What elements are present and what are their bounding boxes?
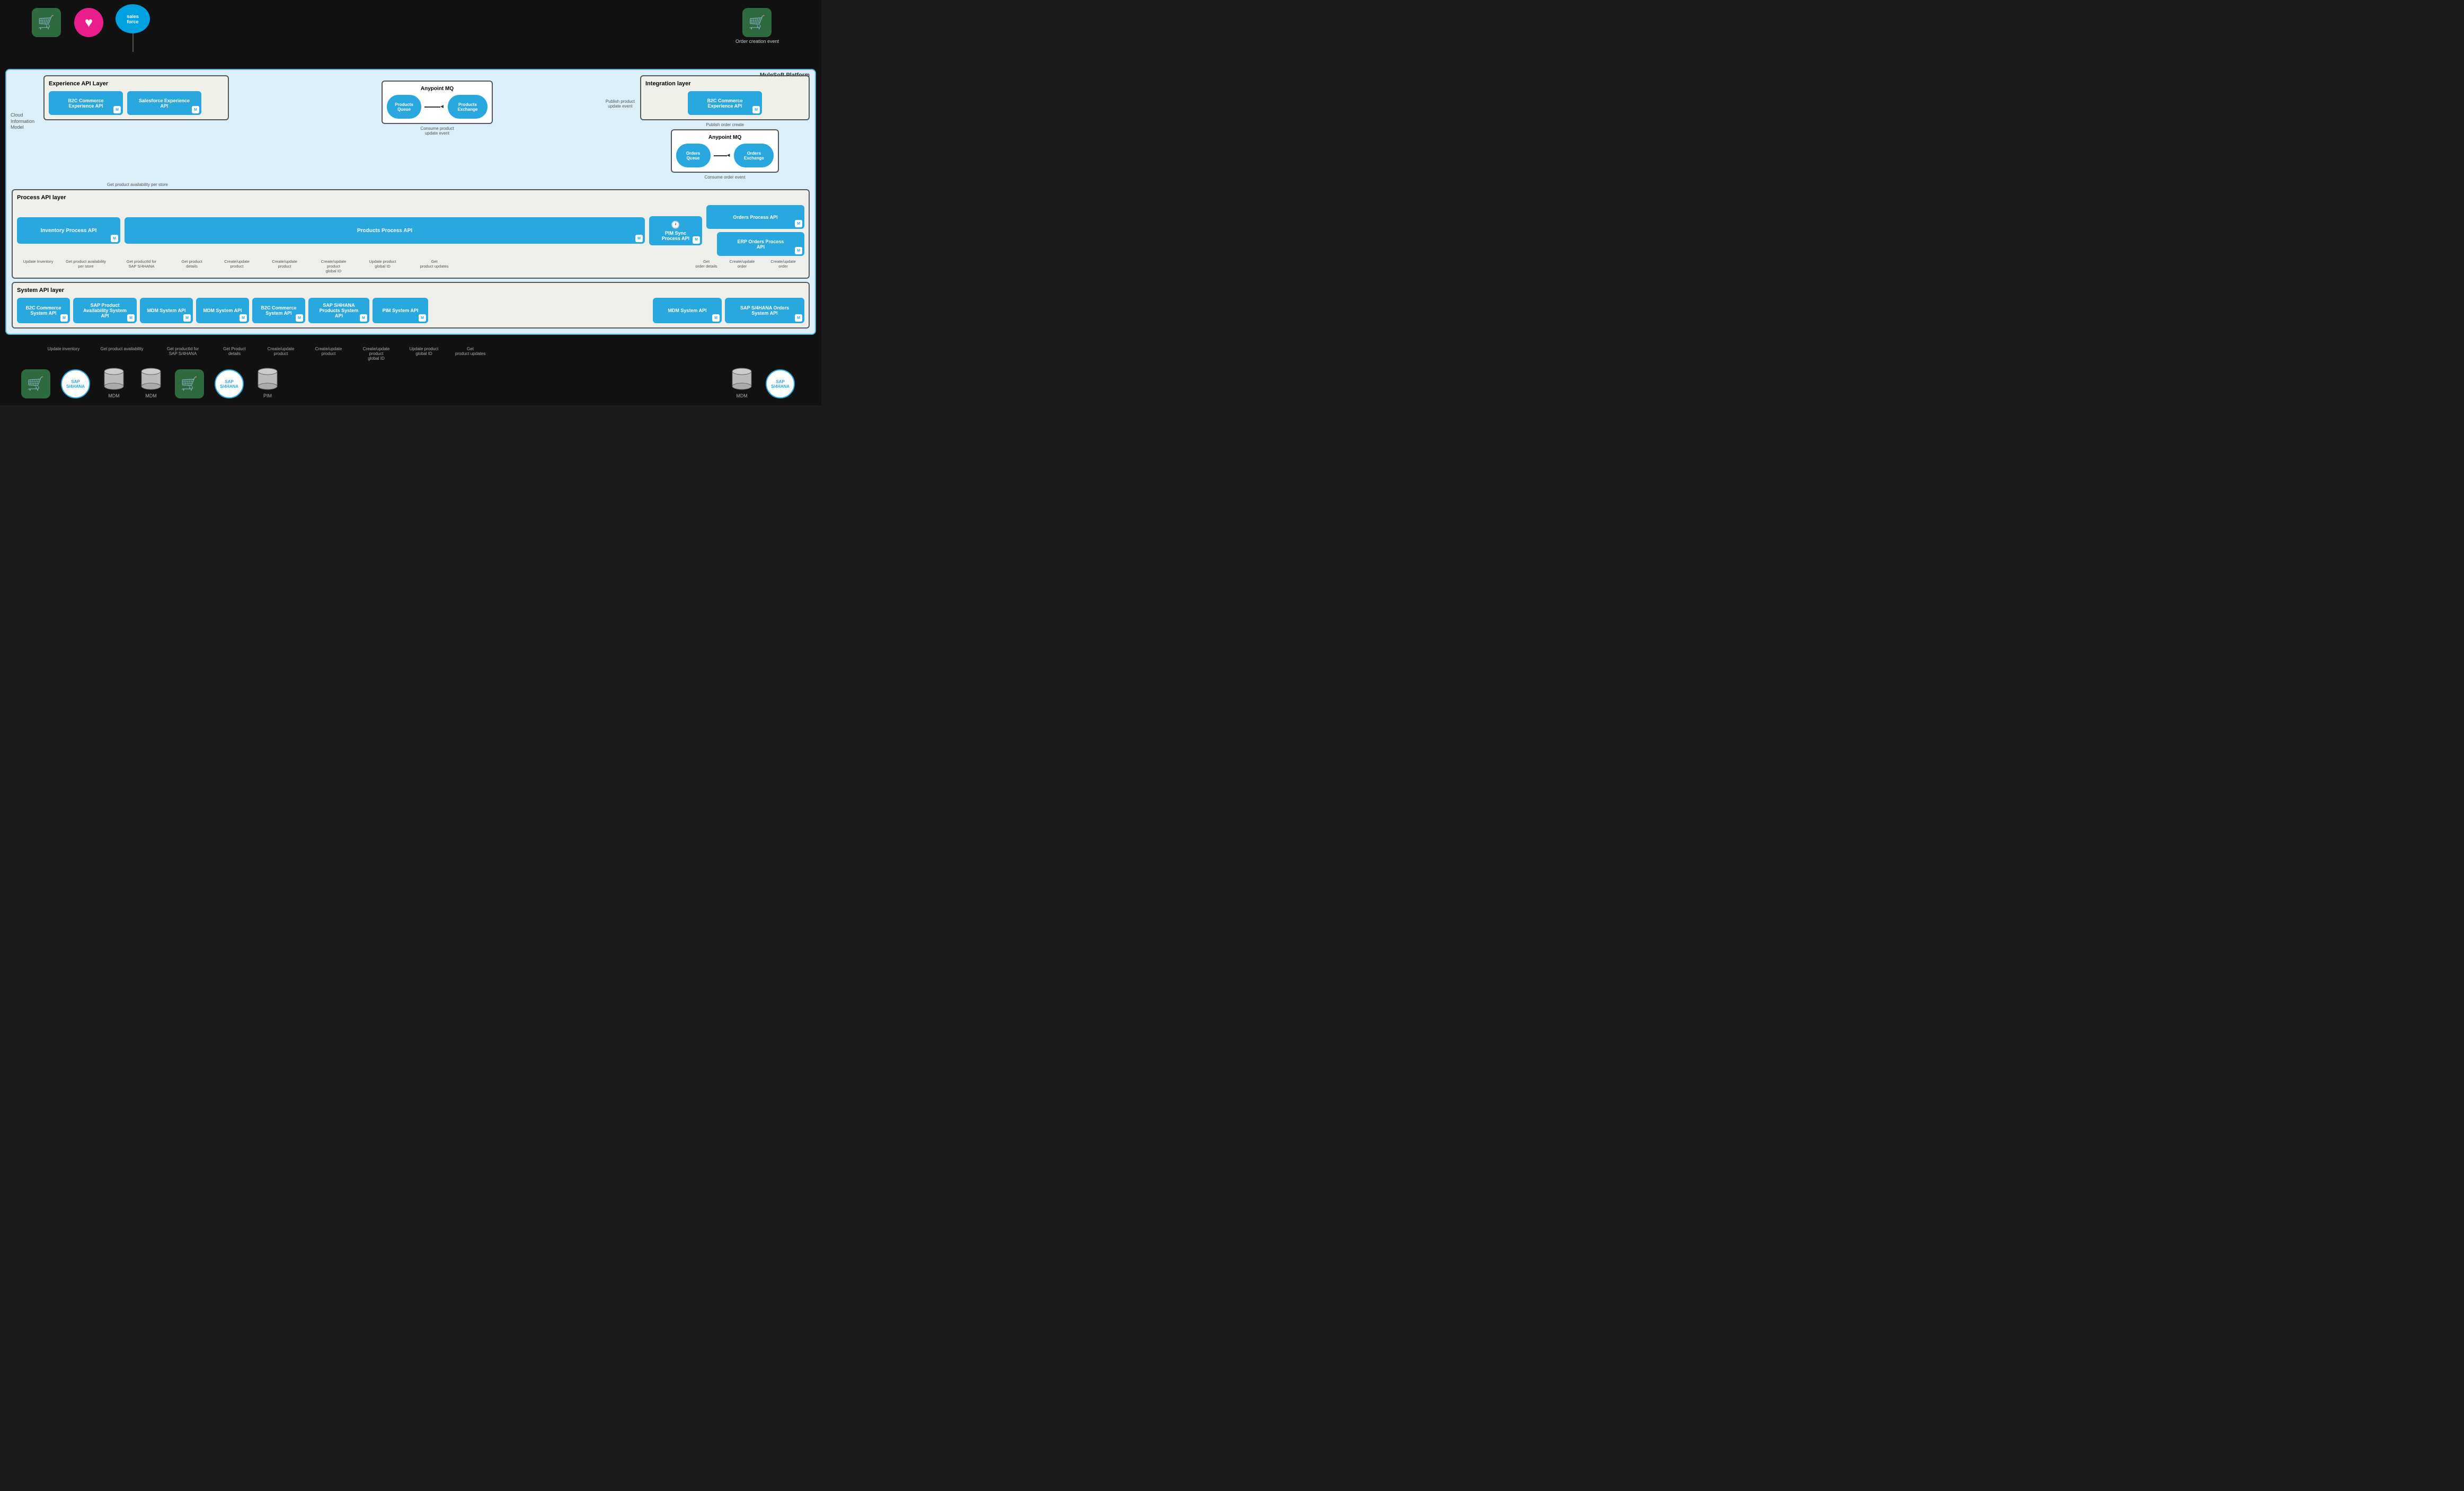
orders-process-api: Orders Process API M [706, 205, 804, 229]
anypoint-mq-orders: Anypoint MQ OrdersQueue ◄ OrdersExchange [671, 129, 779, 173]
b2c-commerce-system-api-2: B2C CommerceSystem API M [252, 298, 305, 323]
top-left-cart-icon: 🛒 [32, 8, 61, 37]
b2c-commerce-system-api-1: B2C CommerceSystem API M [17, 298, 70, 323]
pim-sync-process-api: 🕐 PIM SyncProcess API M [649, 216, 702, 245]
pim-system-api: PIM System API M [373, 298, 428, 323]
salesforce-icon: salesforce [116, 4, 150, 52]
sap-s4hana-products-api: SAP S/4HANAProducts SystemAPI M [308, 298, 369, 323]
products-queue: ProductsQueue [387, 95, 421, 119]
bottom-mdm-icon-2: MDM [138, 366, 164, 398]
system-layer-title: System API layer [17, 287, 804, 294]
mdm-label-1: MDM [108, 393, 120, 398]
cloud-information-model-label: Cloud Information Model [11, 112, 40, 131]
order-creation-icon: 🛒 Order creation event [735, 8, 779, 44]
anypoint-mq-products-title: Anypoint MQ [387, 86, 488, 92]
bottom-sap-icon-3: SAPS/4HANA [766, 369, 795, 398]
mulesoft-platform: MuleSoft Platform Cloud Information Mode… [5, 69, 816, 335]
bottom-cart-icon-2: 🛒 [175, 369, 204, 398]
order-creation-label: Order creation event [735, 39, 779, 44]
products-process-api: Products Process API M [125, 217, 645, 244]
get-product-availability-label: Get product availability per store [107, 182, 810, 187]
consume-order-event-label: Consume order event [640, 175, 810, 180]
sap-s4hana-orders-api: SAP S/4HANA OrdersSystem API M [725, 298, 804, 323]
products-exchange: ProductsExchange [448, 95, 488, 119]
experience-layer-title: Experience API Layer [49, 81, 224, 87]
mdm-system-api-1: MDM System API M [140, 298, 193, 323]
publish-order-create-label: Publish order create [640, 122, 810, 127]
sap-product-availability-api: SAP ProductAvailability SystemAPI M [73, 298, 137, 323]
mdm-label-2: MDM [145, 393, 157, 398]
orders-queue: OrdersQueue [676, 144, 711, 167]
inventory-process-api: Inventory Process API M [17, 217, 120, 244]
anypoint-mq-orders-title: Anypoint MQ [676, 135, 774, 140]
bottom-cart-icon-1: 🛒 [21, 369, 50, 398]
erp-orders-process-api: ERP Orders ProcessAPI M [717, 232, 804, 256]
top-heart-icon: ♥ [74, 8, 103, 37]
bottom-sap-icon-2: SAPS/4HANA [215, 369, 244, 398]
anypoint-mq-products: Anypoint MQ ProductsQueue ◄ ProductsExch… [382, 81, 493, 124]
mdm-label-3: MDM [736, 393, 748, 398]
integration-layer: Integration layer B2C CommerceExperience… [640, 75, 810, 120]
b2c-commerce-experience-api-integration: B2C CommerceExperience API M [688, 91, 762, 115]
bottom-sap-icon-1: SAPS/4HANA [61, 369, 90, 398]
system-api-layer: System API layer B2C CommerceSystem API … [12, 282, 810, 329]
integration-layer-title: Integration layer [645, 81, 804, 87]
experience-api-layer: Experience API Layer B2C CommerceExperie… [43, 75, 229, 120]
salesforce-experience-api-box: Salesforce ExperienceAPI M [127, 91, 201, 115]
pim-label: PIM [263, 393, 272, 398]
process-layer-title: Process API layer [17, 194, 804, 201]
b2c-commerce-experience-api-box: B2C CommerceExperience API M [49, 91, 123, 115]
bottom-pim-icon: PIM [254, 366, 281, 398]
orders-exchange: OrdersExchange [734, 144, 774, 167]
consume-product-update-label: Consume productupdate event [382, 126, 493, 136]
mdm-system-api-2: MDM System API M [196, 298, 249, 323]
publish-product-update-label: Publish productupdate event [606, 99, 635, 109]
process-api-layer: Process API layer Inventory Process API … [12, 189, 810, 279]
mdm-system-api-3: MDM System API M [653, 298, 722, 323]
bottom-mdm-icon-1: MDM [101, 366, 127, 398]
bottom-mdm-icon-3: MDM [729, 366, 755, 398]
